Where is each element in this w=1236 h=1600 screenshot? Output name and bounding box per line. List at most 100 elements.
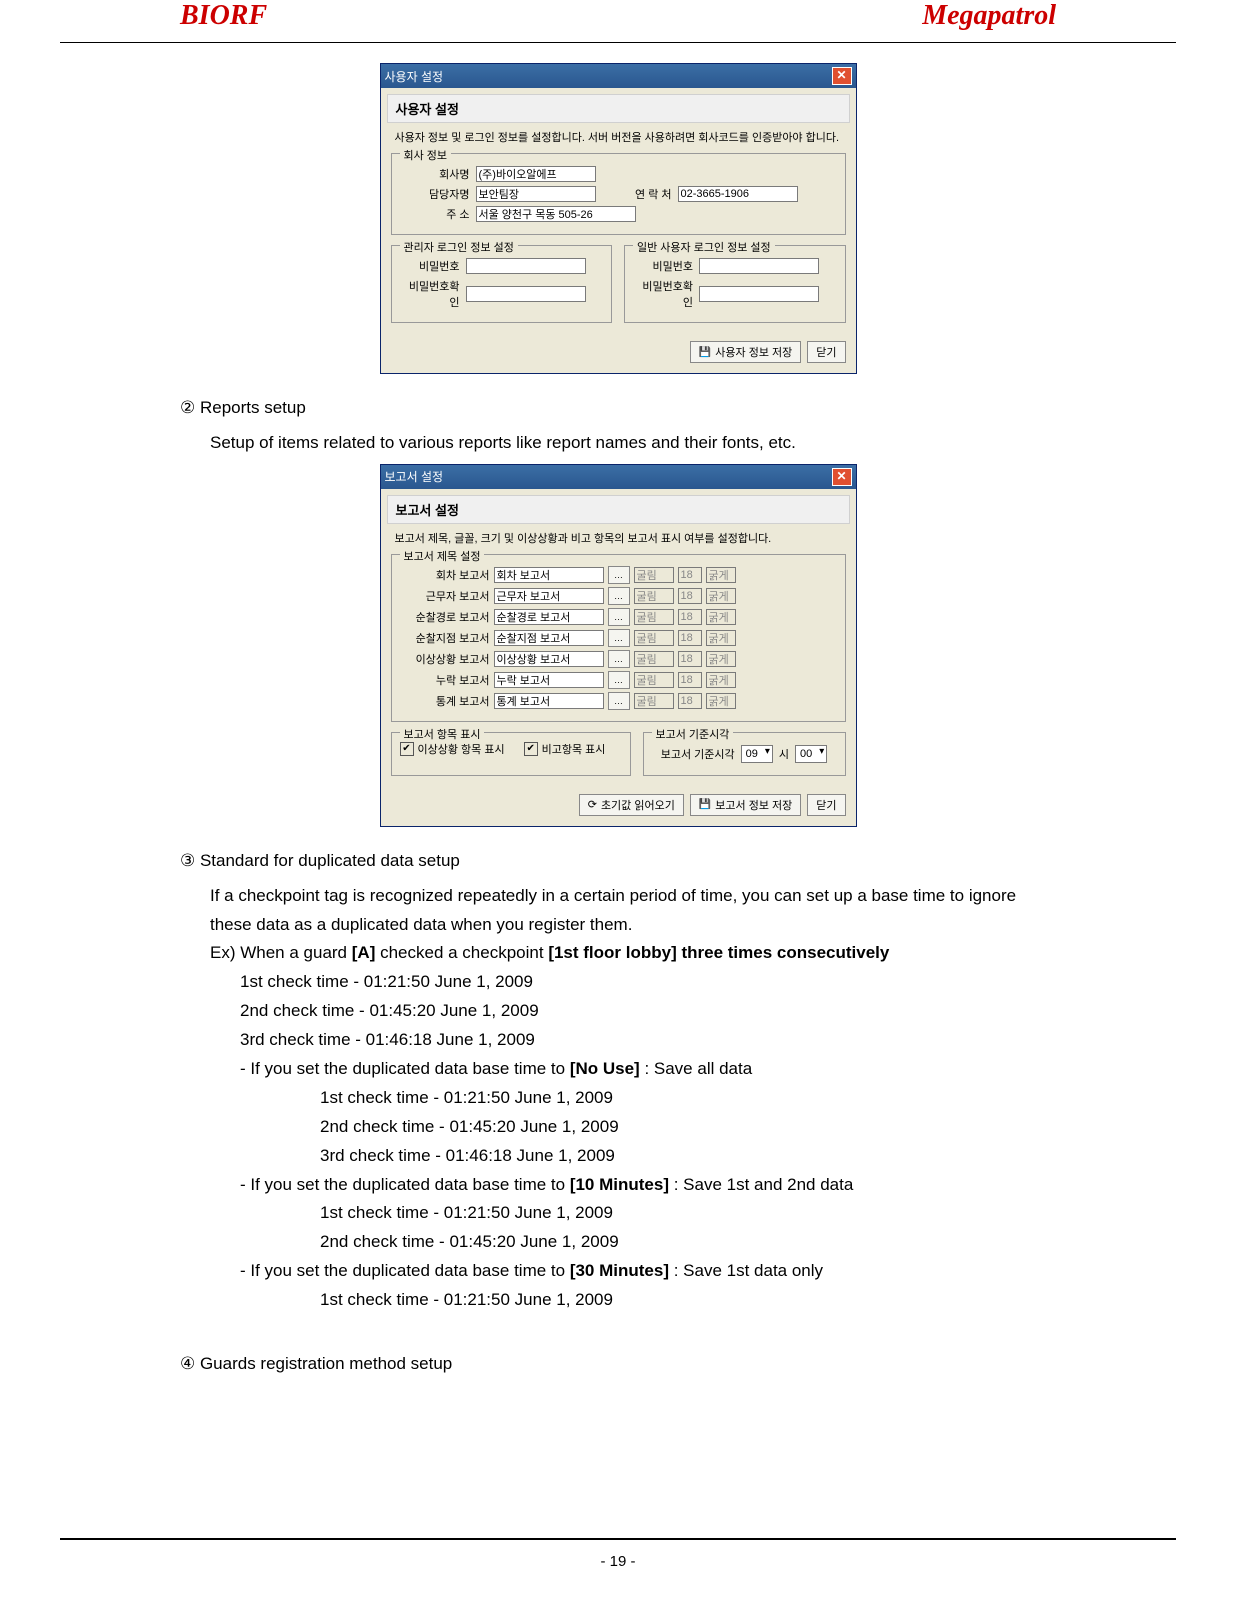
h-unit: 시 (779, 746, 789, 762)
time-label: 보고서 기준시각 (661, 746, 735, 762)
check-icon[interactable]: ✔ (524, 742, 538, 756)
user-group-title: 일반 사용자 로그인 정보 설정 (633, 239, 775, 255)
weight-input (706, 672, 736, 688)
font-input (634, 672, 674, 688)
report-name-input[interactable] (494, 567, 604, 583)
weight-input (706, 567, 736, 583)
size-input (678, 588, 702, 604)
user-pw-input[interactable] (699, 258, 819, 274)
report-settings-dialog: 보고서 설정 ✕ 보고서 설정 보고서 제목, 글꼴, 크기 및 이상상황과 비… (380, 464, 857, 827)
report-name-input[interactable] (494, 672, 604, 688)
dialog1-desc: 사용자 정보 및 로그인 정보를 설정합니다. 서버 버전을 사용하려면 회사코… (395, 129, 846, 145)
close-icon[interactable]: ✕ (832, 67, 852, 85)
browse-icon[interactable]: … (608, 671, 630, 689)
font-input (634, 630, 674, 646)
user-pw2-input[interactable] (699, 286, 819, 302)
close-button[interactable]: 닫기 (807, 794, 845, 816)
check-time: 1st check time - 01:21:50 June 1, 2009 (240, 968, 1056, 997)
admin-group-title: 관리자 로그인 정보 설정 (400, 239, 518, 255)
brand-right: Megapatrol (922, 0, 1056, 32)
font-input (634, 693, 674, 709)
report-row: 이상상황 보고서 … (400, 650, 837, 668)
browse-icon[interactable]: … (608, 587, 630, 605)
section2-heading: ② Reports setup (180, 394, 1056, 423)
browse-icon[interactable]: … (608, 692, 630, 710)
weight-input (706, 609, 736, 625)
pw-label: 비밀번호 (400, 258, 460, 274)
save-report-button[interactable]: 보고서 정보 저장 (690, 794, 801, 816)
close-icon[interactable]: ✕ (832, 468, 852, 486)
report-label: 누락 보고서 (400, 672, 490, 688)
report-label: 근무자 보고서 (400, 588, 490, 604)
reset-button[interactable]: ⟳초기값 읽어오기 (579, 794, 684, 816)
manager-label: 담당자명 (400, 186, 470, 202)
manager-input[interactable] (476, 186, 596, 202)
case-line: - If you set the duplicated data base ti… (240, 1055, 1056, 1084)
min-select[interactable]: 00 (795, 745, 827, 763)
report-name-input[interactable] (494, 588, 604, 604)
report-title-group: 보고서 제목 설정 (400, 548, 485, 564)
case-line: - If you set the duplicated data base ti… (240, 1171, 1056, 1200)
check-time: 1st check time - 01:21:50 June 1, 2009 (320, 1199, 1056, 1228)
dialog2-title: 보고서 설정 (385, 468, 444, 485)
browse-icon[interactable]: … (608, 629, 630, 647)
time-group-title: 보고서 기준시각 (652, 726, 734, 742)
check-icon[interactable]: ✔ (400, 742, 414, 756)
refresh-icon: ⟳ (588, 798, 597, 811)
report-name-input[interactable] (494, 651, 604, 667)
section3-heading: ③ Standard for duplicated data setup (180, 847, 1056, 876)
size-input (678, 672, 702, 688)
font-input (634, 567, 674, 583)
check-time: 3rd check time - 01:46:18 June 1, 2009 (240, 1026, 1056, 1055)
report-row: 통계 보고서 … (400, 692, 837, 710)
section3-p1: If a checkpoint tag is recognized repeat… (210, 882, 1056, 940)
report-row: 회차 보고서… (400, 566, 837, 584)
pw2-label2: 비밀번호확인 (633, 278, 693, 310)
phone-label: 연 락 처 (602, 186, 672, 202)
check-time: 2nd check time - 01:45:20 June 1, 2009 (320, 1113, 1056, 1142)
page-number: - 19 - (0, 1553, 1236, 1570)
report-row: 근무자 보고서 … (400, 587, 837, 605)
report-label: 순찰경로 보고서 (400, 609, 490, 625)
size-input (678, 609, 702, 625)
report-label: 이상상황 보고서 (400, 651, 490, 667)
weight-input (706, 588, 736, 604)
company-group-title: 회사 정보 (400, 147, 452, 163)
company-input[interactable] (476, 166, 596, 182)
pw-label2: 비밀번호 (633, 258, 693, 274)
font-input (634, 609, 674, 625)
addr-label: 주 소 (400, 206, 470, 222)
dialog1-subtitle: 사용자 설정 (387, 94, 850, 123)
admin-pw2-input[interactable] (466, 286, 586, 302)
size-input (678, 651, 702, 667)
company-label: 회사명 (400, 166, 470, 182)
report-name-input[interactable] (494, 693, 604, 709)
save-user-button[interactable]: 사용자 정보 저장 (690, 341, 801, 363)
close-button[interactable]: 닫기 (807, 341, 845, 363)
check-time: 2nd check time - 01:45:20 June 1, 2009 (320, 1228, 1056, 1257)
admin-pw-input[interactable] (466, 258, 586, 274)
report-name-input[interactable] (494, 630, 604, 646)
section2-desc: Setup of items related to various report… (210, 429, 1056, 458)
size-input (678, 693, 702, 709)
font-input (634, 651, 674, 667)
browse-icon[interactable]: … (608, 650, 630, 668)
dialog2-subtitle: 보고서 설정 (387, 495, 850, 524)
brand-left: BIORF (180, 0, 267, 32)
browse-icon[interactable]: … (608, 566, 630, 584)
addr-input[interactable] (476, 206, 636, 222)
report-label: 통계 보고서 (400, 693, 490, 709)
case-line: - If you set the duplicated data base ti… (240, 1257, 1056, 1286)
browse-icon[interactable]: … (608, 608, 630, 626)
chk1-label: 이상상황 항목 표시 (418, 741, 505, 757)
phone-input[interactable] (678, 186, 798, 202)
display-group-title: 보고서 항목 표시 (400, 726, 485, 742)
weight-input (706, 630, 736, 646)
hour-select[interactable]: 09 (741, 745, 773, 763)
report-name-input[interactable] (494, 609, 604, 625)
size-input (678, 567, 702, 583)
size-input (678, 630, 702, 646)
report-row: 순찰지점 보고서… (400, 629, 837, 647)
example-line: Ex) When a guard [A] checked a checkpoin… (210, 939, 1056, 968)
section4-heading: ④ Guards registration method setup (180, 1350, 1056, 1379)
